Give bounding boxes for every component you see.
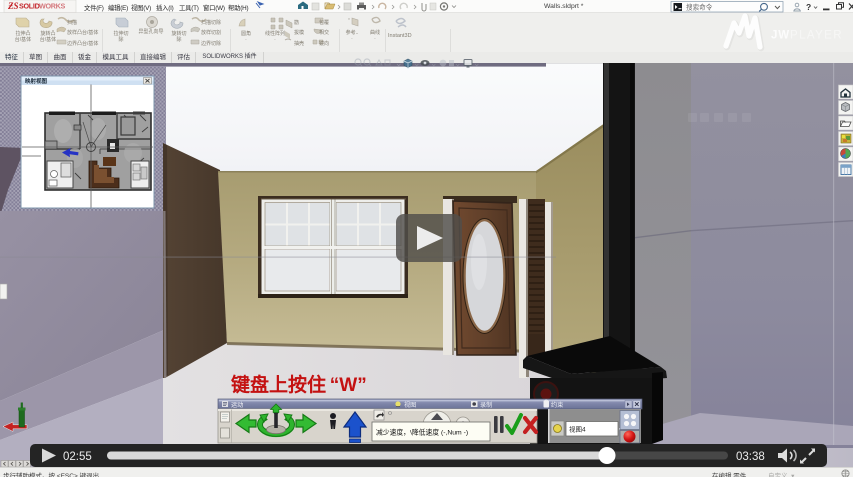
- svg-text:SOLID: SOLID: [19, 2, 40, 11]
- svg-text:02:55: 02:55: [63, 451, 92, 463]
- svg-text:PLAYER: PLAYER: [790, 30, 843, 42]
- svg-text:03:38: 03:38: [736, 451, 765, 463]
- svg-text:运动: 运动: [231, 401, 243, 409]
- svg-text:约束: 约束: [551, 401, 563, 409]
- svg-text:?: ?: [806, 2, 811, 12]
- svg-text:减少速度，\降低速度 (-,Num -): 减少速度，\降低速度 (-,Num -): [376, 428, 468, 437]
- svg-text:录制: 录制: [480, 401, 492, 409]
- svg-text:ƵS: ƵS: [7, 1, 19, 11]
- svg-text:搜索命令: 搜索命令: [686, 3, 713, 12]
- svg-text:键盘上按住 “W”: 键盘上按住 “W”: [230, 373, 367, 396]
- svg-text:WORKS: WORKS: [39, 2, 66, 11]
- svg-text:视图4: 视图4: [569, 425, 586, 434]
- svg-text:视图: 视图: [404, 401, 416, 409]
- svg-text:映射视图: 映射视图: [25, 77, 48, 85]
- svg-text:JW: JW: [771, 30, 790, 42]
